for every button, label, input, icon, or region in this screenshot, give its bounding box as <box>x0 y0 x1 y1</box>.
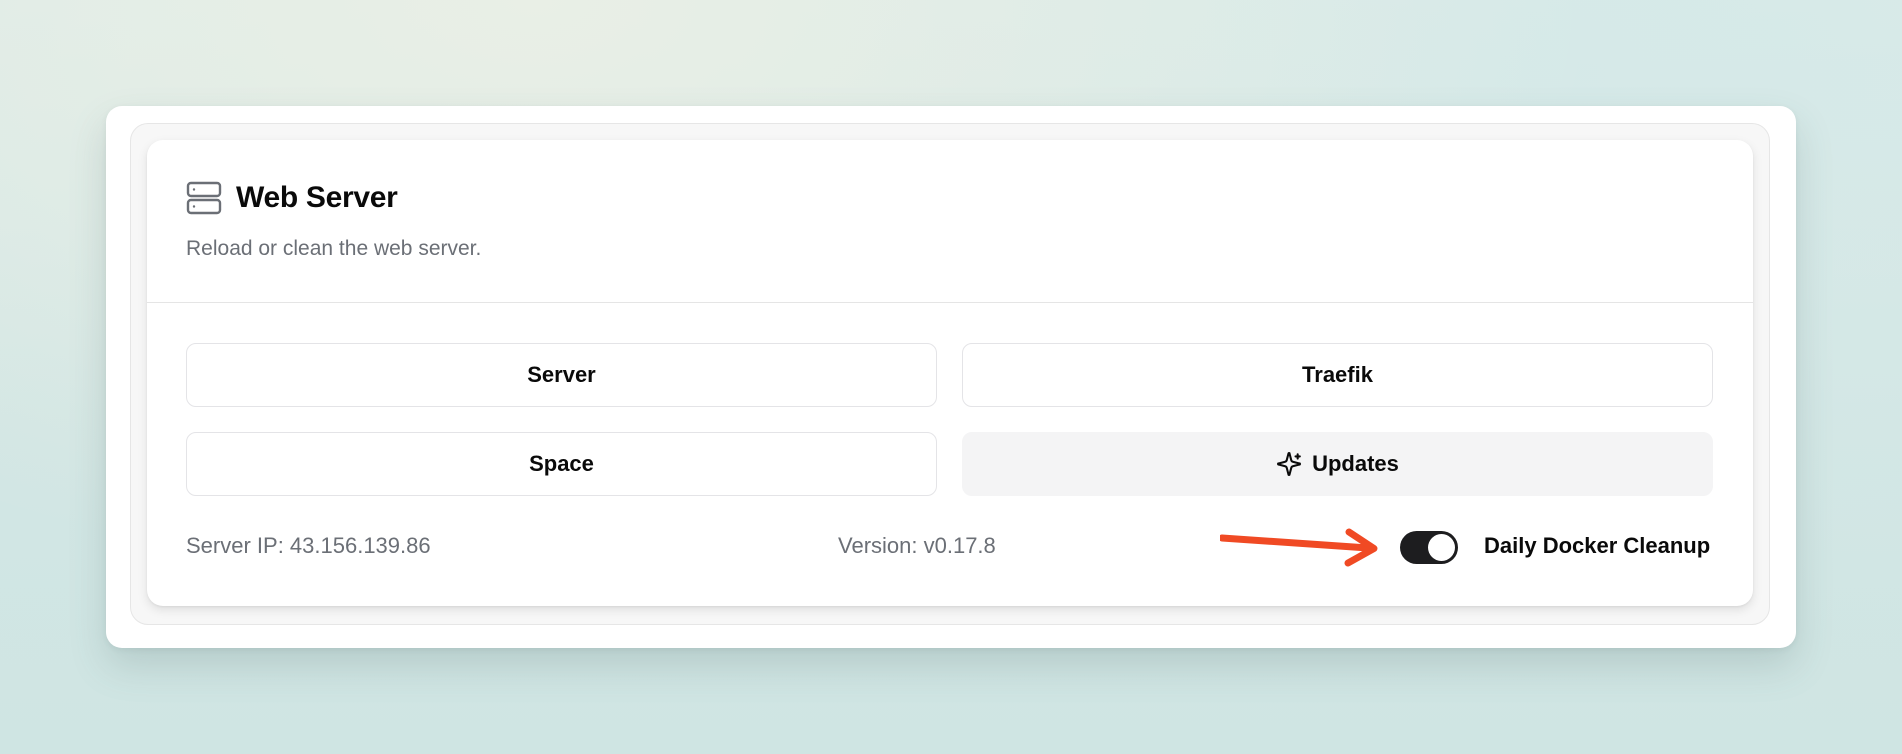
updates-button[interactable]: Updates <box>962 432 1713 496</box>
updates-button-label: Updates <box>1312 451 1399 476</box>
server-button-label: Server <box>527 362 596 387</box>
daily-docker-cleanup-label: Daily Docker Cleanup <box>1484 533 1711 558</box>
server-icon <box>186 181 222 215</box>
space-button[interactable]: Space <box>186 432 937 496</box>
card-title: Web Server <box>236 181 398 214</box>
server-button[interactable]: Server <box>186 343 937 407</box>
traefik-button[interactable]: Traefik <box>962 343 1713 407</box>
arrow-icon <box>1220 528 1378 567</box>
traefik-button-label: Traefik <box>1302 362 1373 387</box>
daily-docker-cleanup-toggle[interactable] <box>1400 531 1458 564</box>
sparkles-icon <box>1277 452 1302 476</box>
card-header: Web Server Reload or clean the web serve… <box>147 140 1753 303</box>
title-row: Web Server <box>186 180 398 216</box>
outer-frame: Web Server Reload or clean the web serve… <box>106 106 1796 648</box>
server-ip: Server IP: 43.156.139.86 <box>186 533 431 558</box>
toggle-thumb <box>1428 534 1455 561</box>
card-description: Reload or clean the web server. <box>186 237 482 260</box>
version-text: Version: v0.17.8 <box>838 533 996 558</box>
space-button-label: Space <box>529 451 594 476</box>
inner-frame: Web Server Reload or clean the web serve… <box>130 123 1770 625</box>
web-server-card: Web Server Reload or clean the web serve… <box>147 140 1753 606</box>
